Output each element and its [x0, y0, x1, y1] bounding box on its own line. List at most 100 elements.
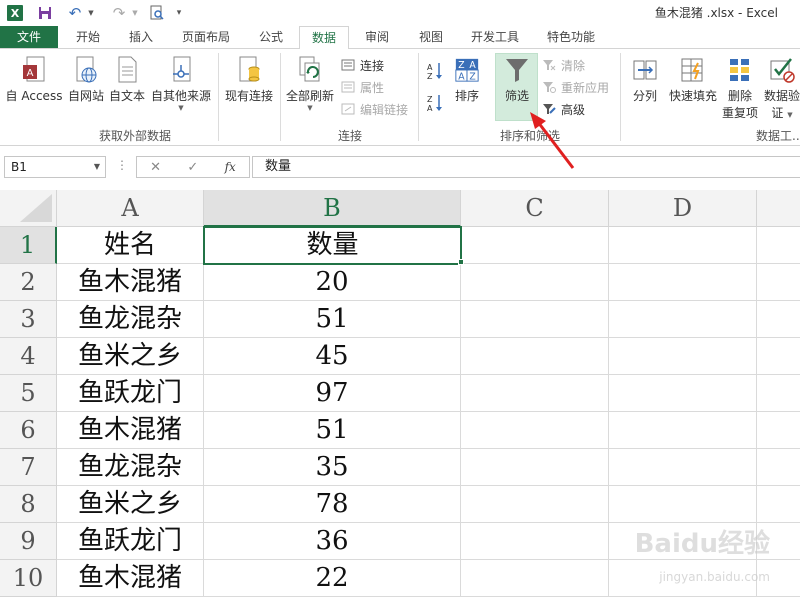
tab-view[interactable]: 视图: [408, 26, 454, 48]
cell-e4[interactable]: [757, 338, 800, 375]
sort-descending-button[interactable]: ZA: [426, 93, 448, 113]
cell-b1[interactable]: 数量: [203, 226, 462, 265]
cell-e3[interactable]: [757, 301, 800, 338]
tab-file[interactable]: 文件: [0, 26, 58, 48]
cell-c2[interactable]: [461, 264, 609, 301]
advanced-filter-button[interactable]: 高级: [541, 99, 585, 119]
from-other-sources-button[interactable]: 自其他来源 ▼: [148, 55, 214, 112]
cell-b3[interactable]: 51: [204, 301, 461, 338]
enter-check-icon[interactable]: ✓: [187, 160, 198, 175]
cell-b5[interactable]: 97: [204, 375, 461, 412]
cell-b4[interactable]: 45: [204, 338, 461, 375]
tab-insert[interactable]: 插入: [118, 26, 164, 48]
sort-button[interactable]: ZAAZ 排序: [448, 55, 486, 104]
cell-d1[interactable]: [609, 227, 757, 264]
from-web-button[interactable]: 自网站: [64, 55, 108, 104]
redo-dropdown-icon[interactable]: ▼: [130, 2, 140, 24]
from-text-button[interactable]: 自文本: [106, 55, 148, 104]
customize-qat-icon[interactable]: ▾: [172, 2, 186, 24]
cell-b9[interactable]: 36: [204, 523, 461, 560]
print-preview-icon[interactable]: [146, 2, 168, 24]
cell-c3[interactable]: [461, 301, 609, 338]
sort-ascending-button[interactable]: AZ: [426, 61, 448, 81]
cell-a6[interactable]: 鱼木混猪: [57, 412, 204, 449]
tab-review[interactable]: 审阅: [354, 26, 400, 48]
row-header[interactable]: 4: [0, 338, 57, 375]
row-header[interactable]: 7: [0, 449, 57, 486]
cell-a4[interactable]: 鱼米之乡: [57, 338, 204, 375]
select-all-button[interactable]: [0, 190, 57, 227]
cell-e7[interactable]: [757, 449, 800, 486]
connections-button[interactable]: 连接: [340, 55, 384, 75]
undo-dropdown-icon[interactable]: ▼: [86, 2, 96, 24]
cell-b2[interactable]: 20: [204, 264, 461, 301]
cell-d3[interactable]: [609, 301, 757, 338]
save-icon[interactable]: [34, 2, 56, 24]
cell-c5[interactable]: [461, 375, 609, 412]
filter-button[interactable]: 筛选: [496, 55, 538, 104]
cell-d2[interactable]: [609, 264, 757, 301]
cell-a2[interactable]: 鱼木混猪: [57, 264, 204, 301]
fill-handle[interactable]: [458, 259, 464, 265]
cancel-icon[interactable]: ✕: [150, 160, 161, 175]
cell-b6[interactable]: 51: [204, 412, 461, 449]
redo-icon[interactable]: ↷: [108, 2, 130, 24]
cell-d9[interactable]: [609, 523, 757, 560]
cell-a5[interactable]: 鱼跃龙门: [57, 375, 204, 412]
cell-c1[interactable]: [461, 227, 609, 264]
name-box[interactable]: B1 ▼: [4, 156, 106, 178]
insert-function-icon[interactable]: fx: [225, 160, 236, 174]
cell-d8[interactable]: [609, 486, 757, 523]
cell-c4[interactable]: [461, 338, 609, 375]
cell-a3[interactable]: 鱼龙混杂: [57, 301, 204, 338]
resize-handle-icon[interactable]: ⋮: [116, 158, 128, 172]
cell-e6[interactable]: [757, 412, 800, 449]
row-header[interactable]: 5: [0, 375, 57, 412]
existing-connections-button[interactable]: 现有连接: [222, 55, 276, 104]
tab-home[interactable]: 开始: [66, 26, 110, 48]
column-header-a[interactable]: A: [57, 190, 204, 227]
cell-a10[interactable]: 鱼木混猪: [57, 560, 204, 597]
tab-formulas[interactable]: 公式: [248, 26, 294, 48]
data-validation-button[interactable]: 数据验 证 ▼: [762, 55, 800, 121]
from-access-button[interactable]: A 自 Access: [4, 55, 64, 104]
refresh-all-button[interactable]: 全部刷新 ▼: [284, 55, 336, 112]
row-header[interactable]: 9: [0, 523, 57, 560]
row-header[interactable]: 10: [0, 560, 57, 597]
cell-e1[interactable]: [757, 227, 800, 264]
cell-d7[interactable]: [609, 449, 757, 486]
edit-links-button[interactable]: 编辑链接: [340, 99, 408, 119]
cell-e5[interactable]: [757, 375, 800, 412]
row-header[interactable]: 6: [0, 412, 57, 449]
cell-d5[interactable]: [609, 375, 757, 412]
formula-input[interactable]: 数量: [252, 156, 800, 178]
cell-c9[interactable]: [461, 523, 609, 560]
tab-special-features[interactable]: 特色功能: [538, 26, 604, 48]
row-header[interactable]: 3: [0, 301, 57, 338]
properties-button[interactable]: 属性: [340, 77, 384, 97]
cell-b7[interactable]: 35: [204, 449, 461, 486]
row-header[interactable]: 1: [0, 227, 57, 264]
cell-c10[interactable]: [461, 560, 609, 597]
chevron-down-icon[interactable]: ▼: [94, 157, 100, 177]
row-header[interactable]: 2: [0, 264, 57, 301]
column-header-d[interactable]: D: [609, 190, 757, 227]
undo-icon[interactable]: ↶: [64, 2, 86, 24]
cell-d6[interactable]: [609, 412, 757, 449]
cell-e2[interactable]: [757, 264, 800, 301]
cell-a9[interactable]: 鱼跃龙门: [57, 523, 204, 560]
reapply-button[interactable]: 重新应用: [541, 77, 609, 97]
tab-page-layout[interactable]: 页面布局: [172, 26, 240, 48]
tab-data[interactable]: 数据: [299, 26, 349, 49]
flash-fill-button[interactable]: 快速填充: [666, 55, 720, 104]
row-header[interactable]: 8: [0, 486, 57, 523]
cell-a8[interactable]: 鱼米之乡: [57, 486, 204, 523]
cell-b8[interactable]: 78: [204, 486, 461, 523]
clear-filter-button[interactable]: 清除: [541, 55, 585, 75]
cell-c8[interactable]: [461, 486, 609, 523]
column-header-e[interactable]: [757, 190, 800, 227]
text-to-columns-button[interactable]: 分列: [626, 55, 664, 104]
cell-e9[interactable]: [757, 523, 800, 560]
cell-c7[interactable]: [461, 449, 609, 486]
tab-developer[interactable]: 开发工具: [462, 26, 528, 48]
